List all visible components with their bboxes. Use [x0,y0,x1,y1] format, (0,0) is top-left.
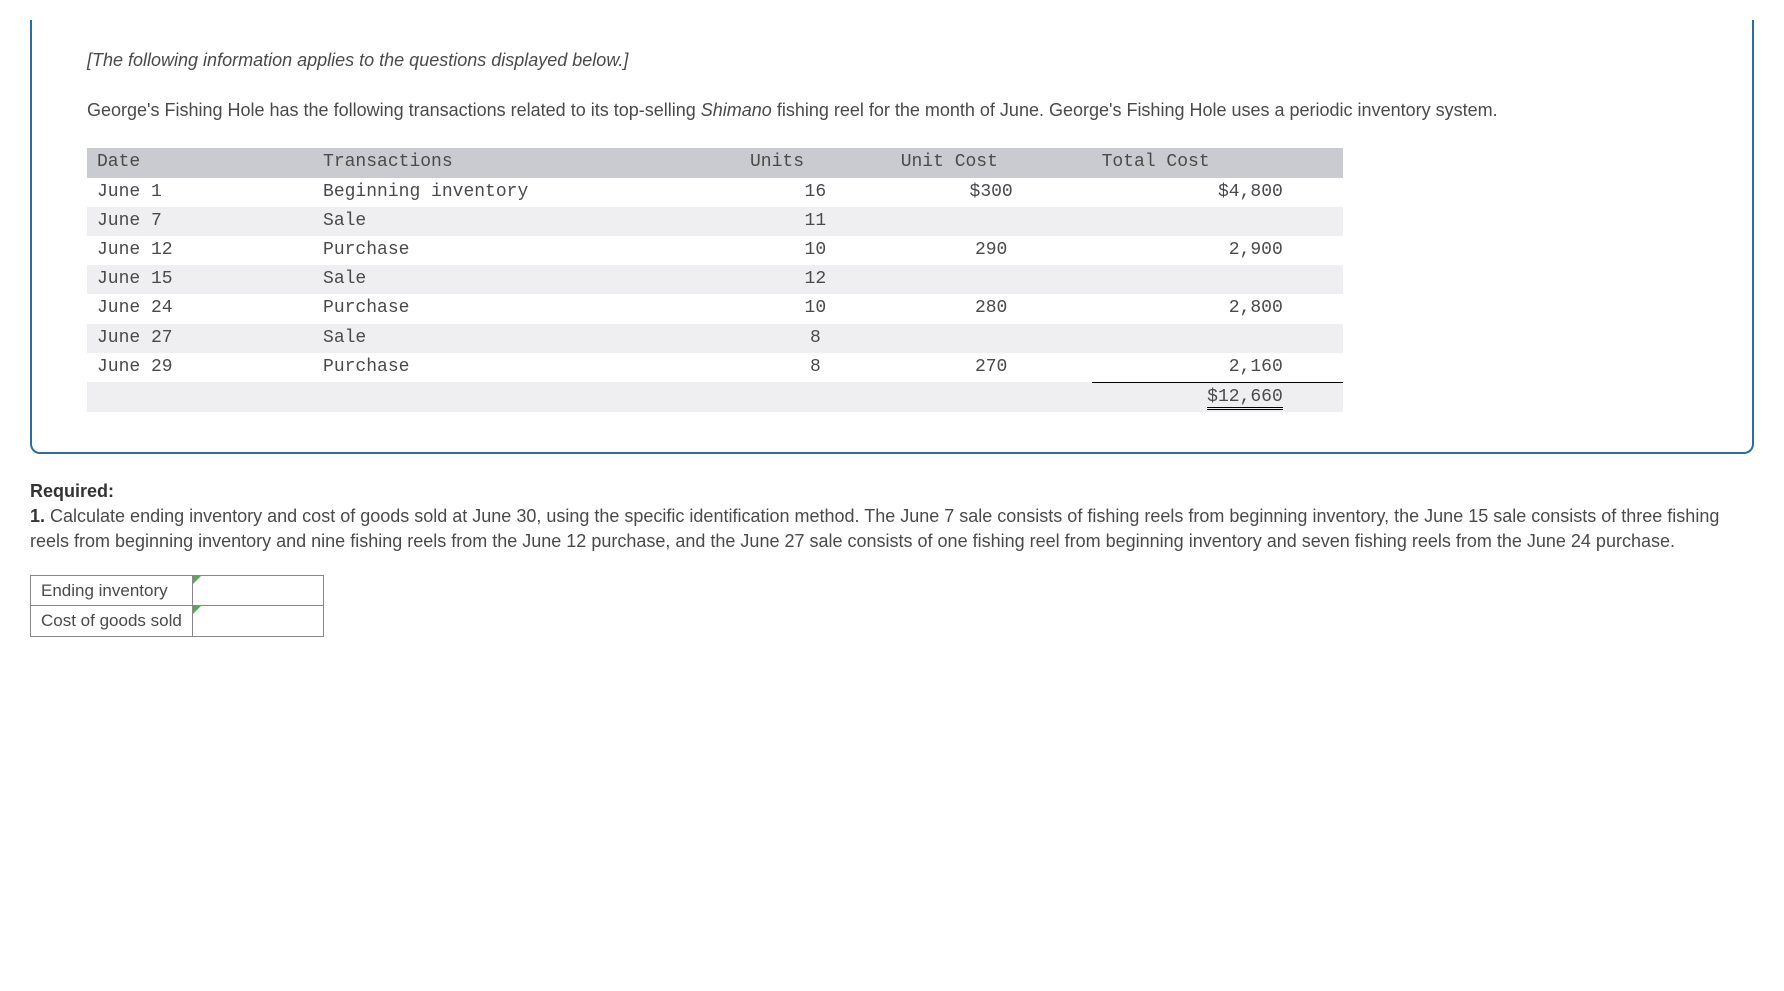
table-row: June 12 Purchase 10 290 2,900 [87,236,1343,265]
cell-total [1092,265,1343,294]
cell-unit-cost [891,207,1092,236]
input-marker-icon [193,576,201,584]
cell-units: 10 [740,236,891,265]
ending-inventory-label: Ending inventory [31,575,193,606]
cell-date: June 29 [87,353,313,383]
col-date: Date [87,148,313,177]
cogs-label: Cost of goods sold [31,606,193,637]
cell-unit-cost [891,265,1092,294]
cell-units: 12 [740,265,891,294]
cell-txn: Purchase [313,353,740,383]
required-number: 1. [30,506,50,526]
cell-unit-cost: 280 [891,294,1092,323]
cell-total [1092,207,1343,236]
cell-txn: Beginning inventory [313,178,740,207]
cell-date: June 24 [87,294,313,323]
col-units: Units [740,148,891,177]
table-header-row: Date Transactions Units Unit Cost Total … [87,148,1343,177]
table-row: June 27 Sale 8 [87,324,1343,353]
table-row: June 24 Purchase 10 280 2,800 [87,294,1343,323]
question-card: [The following information applies to th… [30,20,1754,454]
grand-total-value: $12,660 [1207,387,1283,410]
cell-txn: Sale [313,324,740,353]
cell-total [1092,324,1343,353]
ending-inventory-cell [192,575,323,606]
cell-units: 16 [740,178,891,207]
instruction-text: [The following information applies to th… [87,48,1697,73]
required-label: Required: [30,481,114,501]
col-transactions: Transactions [313,148,740,177]
input-marker-icon [193,606,201,614]
cell-txn: Sale [313,265,740,294]
col-unit-cost: Unit Cost [891,148,1092,177]
cell-units: 10 [740,294,891,323]
grand-total: $12,660 [1092,382,1343,412]
cell-total: 2,800 [1092,294,1343,323]
cell-units: 8 [740,324,891,353]
cell-date: June 7 [87,207,313,236]
cogs-input[interactable] [193,608,323,634]
cell-txn: Purchase [313,294,740,323]
answer-row-cogs: Cost of goods sold [31,606,324,637]
intro-text-2: fishing reel for the month of June. Geor… [772,100,1498,120]
required-text: Calculate ending inventory and cost of g… [30,506,1719,551]
intro-text-1: George's Fishing Hole has the following … [87,100,701,120]
col-total-cost: Total Cost [1092,148,1343,177]
cell-unit-cost: 270 [891,353,1092,383]
cell-units: 11 [740,207,891,236]
cell-date: June 1 [87,178,313,207]
transactions-table: Date Transactions Units Unit Cost Total … [87,148,1343,412]
intro-italic: Shimano [701,100,772,120]
cogs-cell [192,606,323,637]
table-row: June 15 Sale 12 [87,265,1343,294]
cell-date: June 27 [87,324,313,353]
answer-row-ending-inventory: Ending inventory [31,575,324,606]
cell-unit-cost: 290 [891,236,1092,265]
table-row: June 7 Sale 11 [87,207,1343,236]
required-section: Required: 1. Calculate ending inventory … [30,479,1754,555]
intro-paragraph: George's Fishing Hole has the following … [87,98,1697,123]
table-total-row: $12,660 [87,382,1343,412]
table-row: June 1 Beginning inventory 16 $300 $4,80… [87,178,1343,207]
cell-total: 2,160 [1092,353,1343,383]
cell-txn: Purchase [313,236,740,265]
cell-unit-cost: $300 [891,178,1092,207]
cell-units: 8 [740,353,891,383]
cell-total: 2,900 [1092,236,1343,265]
ending-inventory-input[interactable] [193,578,323,604]
table-row: June 29 Purchase 8 270 2,160 [87,353,1343,383]
cell-date: June 15 [87,265,313,294]
cell-txn: Sale [313,207,740,236]
cell-total: $4,800 [1092,178,1343,207]
answer-table: Ending inventory Cost of goods sold [30,575,324,638]
cell-unit-cost [891,324,1092,353]
cell-date: June 12 [87,236,313,265]
